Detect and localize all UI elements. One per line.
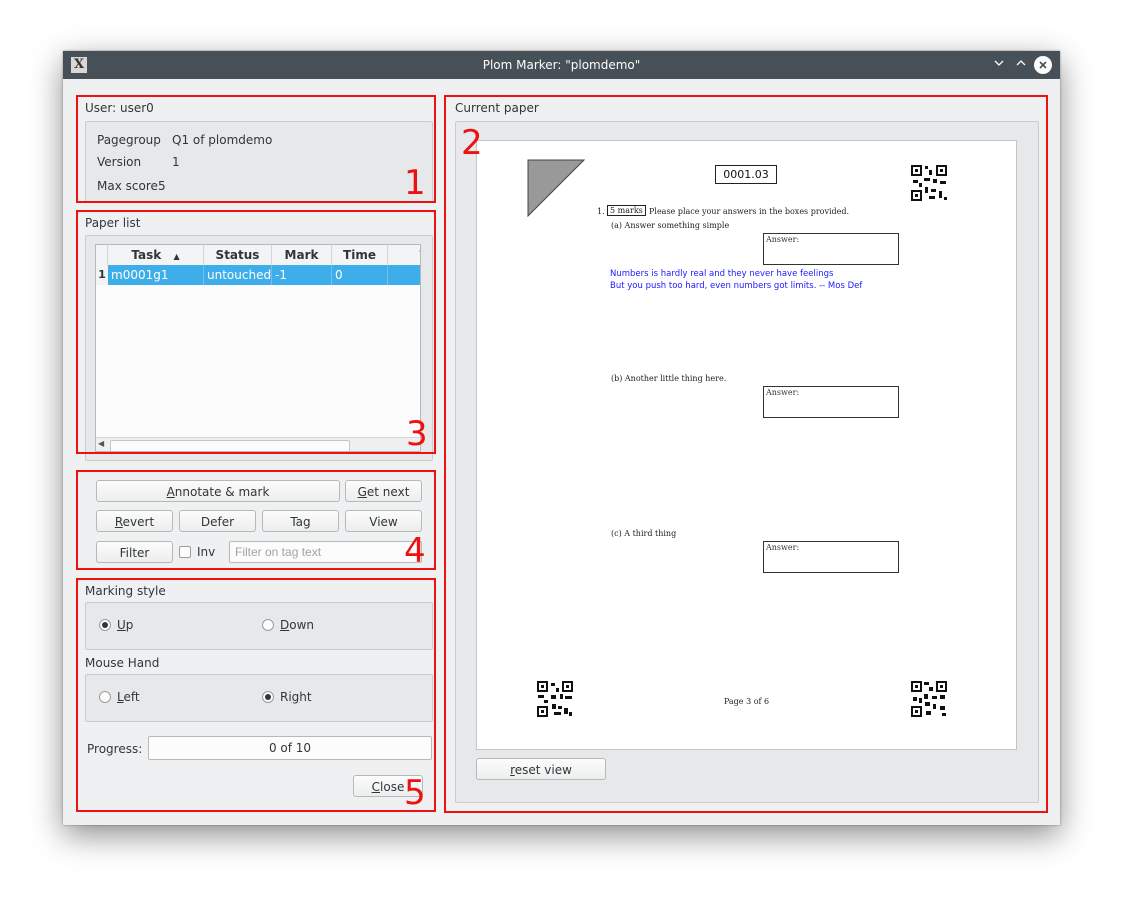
- overlay-number-4: 4: [404, 531, 426, 571]
- qr-code-icon: [909, 679, 949, 719]
- mouse-left-radio[interactable]: [99, 691, 111, 703]
- part-b-text: (b) Another little thing here.: [611, 374, 727, 383]
- marking-down-label[interactable]: Down: [280, 618, 314, 632]
- invert-filter-checkbox[interactable]: [179, 546, 191, 558]
- answer-box-b: Answer:: [763, 386, 899, 418]
- overlay-number-1: 1: [404, 163, 426, 203]
- cell-task: m0001g1: [108, 265, 204, 285]
- mouse-right-radio[interactable]: [262, 691, 274, 703]
- row-number: 1: [96, 265, 108, 285]
- maxscore-key: Max score: [97, 179, 158, 193]
- question-text: Please place your answers in the boxes p…: [649, 207, 850, 216]
- progress-label: Progress:: [87, 742, 143, 756]
- header-task[interactable]: Task ▲: [108, 245, 204, 265]
- paper-view[interactable]: 0001.03 1. 5 marks Please place your ans…: [476, 140, 1017, 750]
- table-corner: [96, 245, 108, 265]
- scroll-left-icon[interactable]: ◀: [98, 439, 104, 448]
- overlay-number-2: 2: [461, 123, 483, 163]
- staple-corner-icon: [527, 159, 585, 217]
- header-status[interactable]: Status: [204, 245, 272, 265]
- paperlist-label: Paper list: [85, 216, 141, 230]
- maximize-icon[interactable]: [1012, 56, 1030, 74]
- close-window-icon[interactable]: [1034, 56, 1052, 74]
- marks-box: 5 marks: [607, 205, 646, 216]
- version-value: 1: [172, 155, 180, 169]
- reset-view-button[interactable]: reset view: [476, 758, 606, 780]
- question-number: 1.: [597, 207, 605, 216]
- horizontal-scrollbar[interactable]: ◀: [96, 437, 420, 451]
- cell-mark: -1: [272, 265, 332, 285]
- table-row[interactable]: 1 m0001g1 untouched -1 0: [96, 265, 420, 285]
- overlay-number-5: 5: [404, 773, 426, 813]
- mouse-right-label[interactable]: Right: [280, 690, 312, 704]
- header-tag[interactable]: Tag: [388, 245, 420, 265]
- tag-button[interactable]: Tag: [262, 510, 339, 532]
- marking-up-label[interactable]: Up: [117, 618, 133, 632]
- maxscore-value: 5: [158, 179, 166, 193]
- qr-code-icon: [909, 163, 949, 203]
- mouse-hand-label: Mouse Hand: [85, 656, 160, 670]
- pagegroup-key: Pagegroup: [97, 133, 161, 147]
- view-button[interactable]: View: [345, 510, 422, 532]
- marking-style-frame: [85, 602, 433, 650]
- annotation-line-2[interactable]: But you push too hard, even numbers got …: [610, 281, 862, 291]
- revert-button[interactable]: Revert: [96, 510, 173, 532]
- overlay-number-3: 3: [406, 414, 428, 454]
- window-title: Plom Marker: "plomdemo": [482, 58, 641, 72]
- marking-down-radio[interactable]: [262, 619, 274, 631]
- sort-asc-icon: ▲: [173, 252, 180, 261]
- user-label: User: user0: [85, 101, 154, 115]
- marking-style-label: Marking style: [85, 584, 166, 598]
- marking-up-radio[interactable]: [99, 619, 111, 631]
- filter-tag-input[interactable]: [229, 541, 422, 563]
- progress-value: 0 of 10: [268, 741, 312, 755]
- header-time[interactable]: Time: [332, 245, 388, 265]
- version-key: Version: [97, 155, 142, 169]
- invert-filter-label: Inv: [197, 545, 216, 559]
- part-a-text: (a) Answer something simple: [611, 221, 730, 230]
- cell-status: untouched: [204, 265, 272, 285]
- minimize-icon[interactable]: [990, 56, 1008, 74]
- progress-bar: 0 of 10: [148, 736, 432, 760]
- pagegroup-value: Q1 of plomdemo: [172, 133, 273, 147]
- paper-table[interactable]: Task ▲ Status Mark Time Tag 1 m0001g1 un…: [95, 244, 421, 452]
- answer-box-a: Answer:: [763, 233, 899, 265]
- paper-code: 0001.03: [715, 165, 777, 184]
- mouse-left-label[interactable]: Left: [117, 690, 140, 704]
- defer-button[interactable]: Defer: [179, 510, 256, 532]
- header-mark[interactable]: Mark: [272, 245, 332, 265]
- part-c-text: (c) A third thing: [611, 529, 677, 538]
- get-next-button[interactable]: Get next: [345, 480, 422, 502]
- scrollbar-handle[interactable]: [110, 440, 350, 451]
- main-window: X Plom Marker: "plomdemo" User: user0 Pa…: [63, 51, 1060, 825]
- current-paper-label: Current paper: [455, 101, 539, 115]
- filter-button[interactable]: Filter: [96, 541, 173, 563]
- annotate-mark-button[interactable]: Annotate & mark: [96, 480, 340, 502]
- cell-time: 0: [332, 265, 388, 285]
- annotation-line-1[interactable]: Numbers is hardly real and they never ha…: [610, 269, 833, 279]
- cell-tag: [388, 265, 420, 285]
- title-bar[interactable]: X Plom Marker: "plomdemo": [63, 51, 1060, 79]
- answer-box-c: Answer:: [763, 541, 899, 573]
